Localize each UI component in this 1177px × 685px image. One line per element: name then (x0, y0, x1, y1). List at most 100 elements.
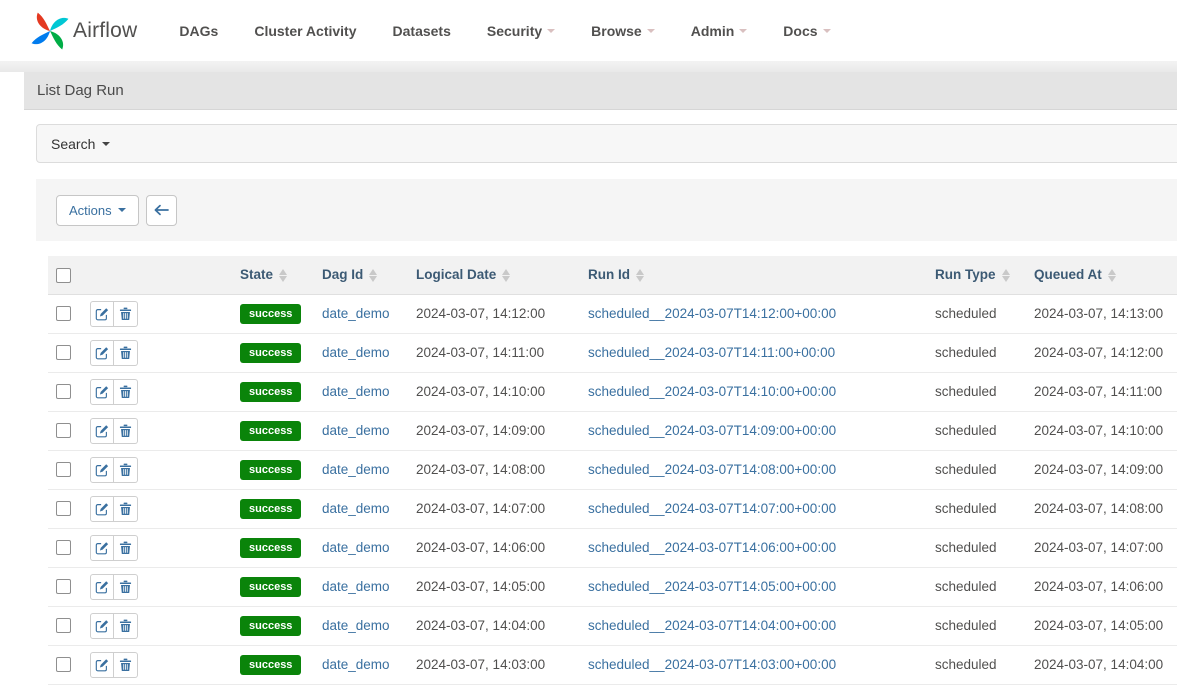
dag-id-link[interactable]: date_demo (322, 540, 390, 555)
run-id-cell: scheduled__2024-03-07T14:11:00+00:00 (582, 333, 929, 372)
delete-button[interactable] (114, 457, 138, 483)
row-actions-cell (86, 489, 234, 528)
row-checkbox[interactable] (56, 657, 71, 672)
column-header-state[interactable]: State (234, 256, 316, 294)
column-header-dag-id[interactable]: Dag Id (316, 256, 410, 294)
search-dropdown[interactable]: Search (36, 124, 1177, 163)
row-actions-cell (86, 294, 234, 333)
state-cell: success (234, 294, 316, 333)
row-checkbox[interactable] (56, 306, 71, 321)
column-header-run-type[interactable]: Run Type (929, 256, 1028, 294)
run-id-link[interactable]: scheduled__2024-03-07T14:12:00+00:00 (588, 306, 836, 321)
row-checkbox-cell (48, 294, 86, 333)
delete-button[interactable] (114, 496, 138, 522)
queued-at-cell: 2024-03-07, 14:09:00 (1028, 450, 1177, 489)
state-badge: success (240, 538, 301, 558)
nav-item-label: Browse (591, 23, 642, 39)
edit-pencil-icon (95, 307, 109, 321)
run-id-cell: scheduled__2024-03-07T14:07:00+00:00 (582, 489, 929, 528)
trash-icon (119, 502, 132, 516)
edit-button[interactable] (90, 535, 114, 561)
dag-id-link[interactable]: date_demo (322, 579, 390, 594)
run-id-link[interactable]: scheduled__2024-03-07T14:03:00+00:00 (588, 657, 836, 672)
column-header-run-id[interactable]: Run Id (582, 256, 929, 294)
state-badge: success (240, 655, 301, 675)
nav-item-security[interactable]: Security (487, 23, 555, 39)
search-label: Search (51, 136, 95, 152)
run-id-link[interactable]: scheduled__2024-03-07T14:06:00+00:00 (588, 540, 836, 555)
dag-id-link[interactable]: date_demo (322, 501, 390, 516)
run-id-link[interactable]: scheduled__2024-03-07T14:11:00+00:00 (588, 345, 835, 360)
navbar-divider (0, 61, 1177, 72)
nav-item-browse[interactable]: Browse (591, 23, 655, 39)
row-checkbox[interactable] (56, 618, 71, 633)
edit-pencil-icon (95, 463, 109, 477)
column-header-logical-date[interactable]: Logical Date (410, 256, 582, 294)
select-all-checkbox[interactable] (56, 268, 71, 283)
run-id-link[interactable]: scheduled__2024-03-07T14:07:00+00:00 (588, 501, 836, 516)
actions-button[interactable]: Actions (56, 195, 139, 226)
delete-button[interactable] (114, 340, 138, 366)
queued-at-cell: 2024-03-07, 14:12:00 (1028, 333, 1177, 372)
dag-id-link[interactable]: date_demo (322, 345, 390, 360)
delete-button[interactable] (114, 535, 138, 561)
row-checkbox[interactable] (56, 345, 71, 360)
dag-id-link[interactable]: date_demo (322, 657, 390, 672)
run-id-link[interactable]: scheduled__2024-03-07T14:09:00+00:00 (588, 423, 836, 438)
table-row: success date_demo 2024-03-07, 14:12:00 s… (48, 294, 1177, 333)
dag-id-cell: date_demo (316, 489, 410, 528)
run-id-link[interactable]: scheduled__2024-03-07T14:10:00+00:00 (588, 384, 836, 399)
edit-button[interactable] (90, 418, 114, 444)
delete-button[interactable] (114, 418, 138, 444)
delete-button[interactable] (114, 652, 138, 678)
edit-button[interactable] (90, 301, 114, 327)
run-id-link[interactable]: scheduled__2024-03-07T14:05:00+00:00 (588, 579, 836, 594)
edit-button[interactable] (90, 379, 114, 405)
state-cell: success (234, 528, 316, 567)
edit-button[interactable] (90, 574, 114, 600)
dag-id-link[interactable]: date_demo (322, 618, 390, 633)
dag-id-link[interactable]: date_demo (322, 384, 390, 399)
airflow-logo[interactable]: Airflow (30, 11, 137, 51)
queued-at-cell: 2024-03-07, 14:11:00 (1028, 372, 1177, 411)
edit-button[interactable] (90, 457, 114, 483)
run-id-link[interactable]: scheduled__2024-03-07T14:08:00+00:00 (588, 462, 836, 477)
nav-item-admin[interactable]: Admin (691, 23, 748, 39)
dag-id-cell: date_demo (316, 333, 410, 372)
row-checkbox[interactable] (56, 462, 71, 477)
row-checkbox[interactable] (56, 540, 71, 555)
edit-button[interactable] (90, 340, 114, 366)
sort-icon (1002, 268, 1011, 283)
edit-button[interactable] (90, 652, 114, 678)
dag-id-link[interactable]: date_demo (322, 306, 390, 321)
nav-item-docs[interactable]: Docs (783, 23, 830, 39)
arrow-left-icon (153, 203, 169, 217)
nav-item-label: DAGs (179, 23, 218, 39)
row-checkbox[interactable] (56, 501, 71, 516)
delete-button[interactable] (114, 613, 138, 639)
dag-id-link[interactable]: date_demo (322, 462, 390, 477)
dag-run-table: State Dag Id Logical Date Run Id Run Typ… (48, 256, 1177, 685)
row-actions-cell (86, 372, 234, 411)
state-cell: success (234, 489, 316, 528)
nav-item-datasets[interactable]: Datasets (393, 23, 451, 39)
dag-id-link[interactable]: date_demo (322, 423, 390, 438)
edit-pencil-icon (95, 502, 109, 516)
edit-button[interactable] (90, 496, 114, 522)
delete-button[interactable] (114, 574, 138, 600)
nav-item-dags[interactable]: DAGs (179, 23, 218, 39)
delete-button[interactable] (114, 301, 138, 327)
edit-button[interactable] (90, 613, 114, 639)
run-id-link[interactable]: scheduled__2024-03-07T14:04:00+00:00 (588, 618, 836, 633)
logical-date-cell: 2024-03-07, 14:05:00 (410, 567, 582, 606)
nav-item-cluster-activity[interactable]: Cluster Activity (254, 23, 356, 39)
trash-icon (119, 463, 132, 477)
row-checkbox[interactable] (56, 384, 71, 399)
run-type-cell: scheduled (929, 294, 1028, 333)
row-checkbox[interactable] (56, 423, 71, 438)
back-button[interactable] (146, 195, 177, 226)
row-actions-cell (86, 567, 234, 606)
column-header-queued-at[interactable]: Queued At (1028, 256, 1177, 294)
delete-button[interactable] (114, 379, 138, 405)
row-checkbox[interactable] (56, 579, 71, 594)
